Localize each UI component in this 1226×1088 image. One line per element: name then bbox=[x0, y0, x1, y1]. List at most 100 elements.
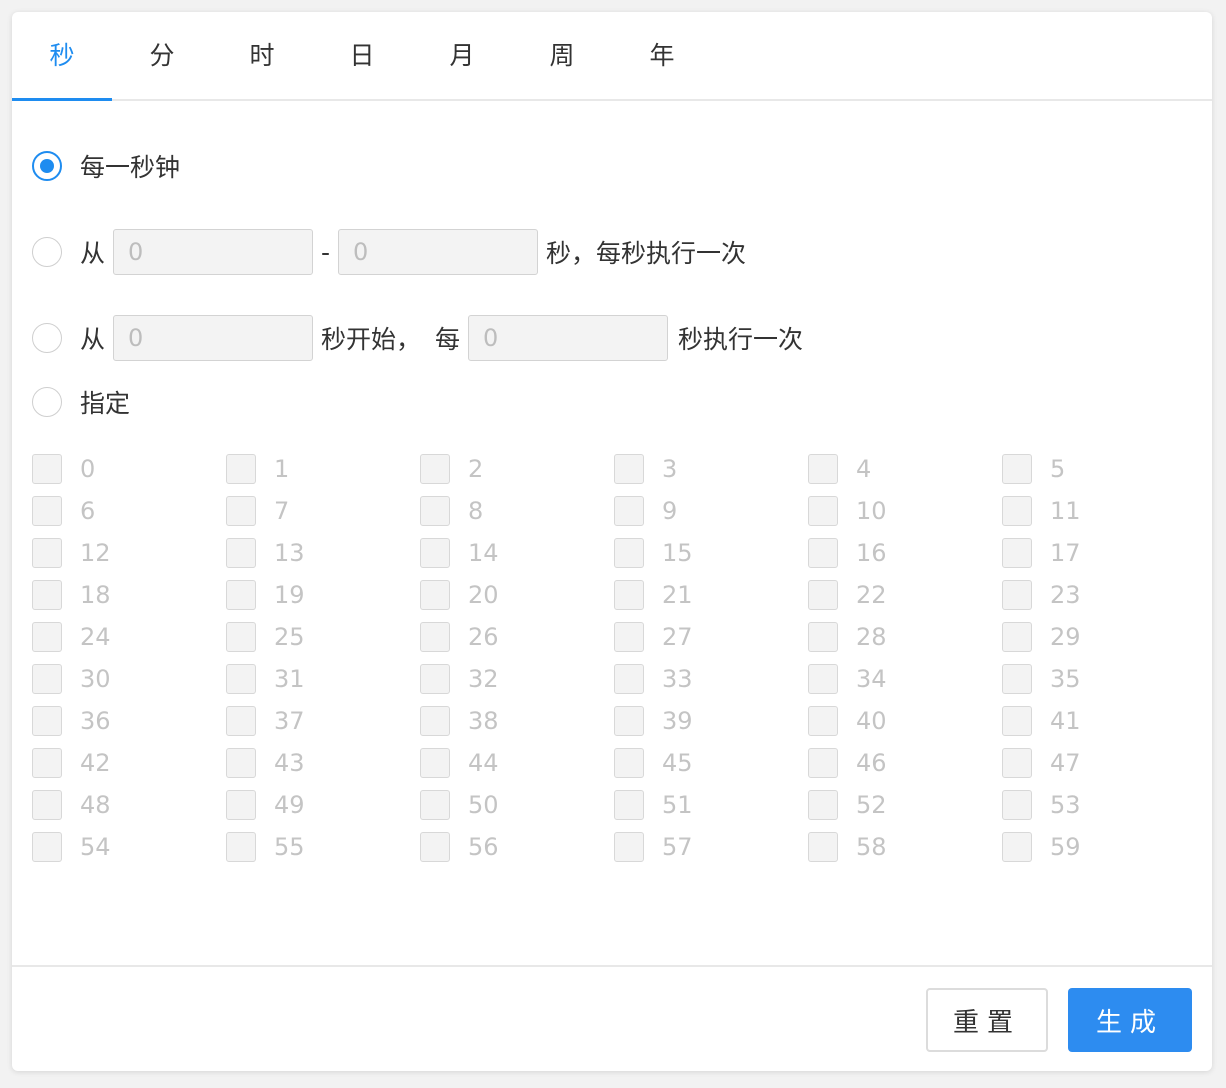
radio-step[interactable] bbox=[32, 323, 62, 353]
second-option-55[interactable]: 55 bbox=[226, 826, 420, 868]
checkbox[interactable] bbox=[32, 538, 62, 568]
second-option-7[interactable]: 7 bbox=[226, 490, 420, 532]
checkbox[interactable] bbox=[32, 706, 62, 736]
range-from-input[interactable] bbox=[113, 229, 314, 275]
tab-week[interactable]: 周 bbox=[512, 12, 612, 99]
second-option-4[interactable]: 4 bbox=[808, 448, 1002, 490]
checkbox[interactable] bbox=[1002, 706, 1032, 736]
checkbox[interactable] bbox=[1002, 832, 1032, 862]
second-option-26[interactable]: 26 bbox=[420, 616, 614, 658]
second-option-20[interactable]: 20 bbox=[420, 574, 614, 616]
second-option-9[interactable]: 9 bbox=[614, 490, 808, 532]
checkbox[interactable] bbox=[808, 664, 838, 694]
second-option-38[interactable]: 38 bbox=[420, 700, 614, 742]
checkbox[interactable] bbox=[420, 664, 450, 694]
checkbox[interactable] bbox=[614, 580, 644, 610]
second-option-44[interactable]: 44 bbox=[420, 742, 614, 784]
checkbox[interactable] bbox=[808, 580, 838, 610]
second-option-5[interactable]: 5 bbox=[1002, 448, 1196, 490]
checkbox[interactable] bbox=[808, 832, 838, 862]
second-option-29[interactable]: 29 bbox=[1002, 616, 1196, 658]
checkbox[interactable] bbox=[32, 832, 62, 862]
second-option-6[interactable]: 6 bbox=[32, 490, 226, 532]
checkbox[interactable] bbox=[420, 496, 450, 526]
option-every-second[interactable]: 每一秒钟 bbox=[32, 142, 180, 190]
radio-specific[interactable] bbox=[32, 387, 62, 417]
second-option-57[interactable]: 57 bbox=[614, 826, 808, 868]
second-option-43[interactable]: 43 bbox=[226, 742, 420, 784]
second-option-19[interactable]: 19 bbox=[226, 574, 420, 616]
second-option-59[interactable]: 59 bbox=[1002, 826, 1196, 868]
second-option-49[interactable]: 49 bbox=[226, 784, 420, 826]
radio-range[interactable] bbox=[32, 237, 62, 267]
second-option-23[interactable]: 23 bbox=[1002, 574, 1196, 616]
tab-day[interactable]: 日 bbox=[312, 12, 412, 99]
second-option-8[interactable]: 8 bbox=[420, 490, 614, 532]
second-option-32[interactable]: 32 bbox=[420, 658, 614, 700]
checkbox[interactable] bbox=[32, 454, 62, 484]
second-option-14[interactable]: 14 bbox=[420, 532, 614, 574]
range-to-input[interactable] bbox=[338, 229, 539, 275]
second-option-36[interactable]: 36 bbox=[32, 700, 226, 742]
checkbox[interactable] bbox=[226, 748, 256, 778]
checkbox[interactable] bbox=[614, 706, 644, 736]
checkbox[interactable] bbox=[808, 748, 838, 778]
checkbox[interactable] bbox=[614, 622, 644, 652]
second-option-1[interactable]: 1 bbox=[226, 448, 420, 490]
second-option-10[interactable]: 10 bbox=[808, 490, 1002, 532]
checkbox[interactable] bbox=[32, 496, 62, 526]
second-option-28[interactable]: 28 bbox=[808, 616, 1002, 658]
second-option-37[interactable]: 37 bbox=[226, 700, 420, 742]
checkbox[interactable] bbox=[614, 790, 644, 820]
tab-minute[interactable]: 分 bbox=[112, 12, 212, 99]
tab-hour[interactable]: 时 bbox=[212, 12, 312, 99]
checkbox[interactable] bbox=[1002, 664, 1032, 694]
checkbox[interactable] bbox=[1002, 748, 1032, 778]
second-option-3[interactable]: 3 bbox=[614, 448, 808, 490]
second-option-17[interactable]: 17 bbox=[1002, 532, 1196, 574]
second-option-24[interactable]: 24 bbox=[32, 616, 226, 658]
checkbox[interactable] bbox=[1002, 454, 1032, 484]
second-option-45[interactable]: 45 bbox=[614, 742, 808, 784]
second-option-33[interactable]: 33 bbox=[614, 658, 808, 700]
second-option-39[interactable]: 39 bbox=[614, 700, 808, 742]
checkbox[interactable] bbox=[226, 538, 256, 568]
checkbox[interactable] bbox=[808, 790, 838, 820]
checkbox[interactable] bbox=[420, 832, 450, 862]
checkbox[interactable] bbox=[808, 622, 838, 652]
checkbox[interactable] bbox=[32, 580, 62, 610]
second-option-15[interactable]: 15 bbox=[614, 532, 808, 574]
checkbox[interactable] bbox=[808, 496, 838, 526]
radio-every-second[interactable] bbox=[32, 151, 62, 181]
second-option-48[interactable]: 48 bbox=[32, 784, 226, 826]
checkbox[interactable] bbox=[1002, 496, 1032, 526]
second-option-11[interactable]: 11 bbox=[1002, 490, 1196, 532]
second-option-12[interactable]: 12 bbox=[32, 532, 226, 574]
second-option-46[interactable]: 46 bbox=[808, 742, 1002, 784]
reset-button[interactable]: 重置 bbox=[926, 988, 1048, 1052]
checkbox[interactable] bbox=[614, 748, 644, 778]
second-option-30[interactable]: 30 bbox=[32, 658, 226, 700]
second-option-40[interactable]: 40 bbox=[808, 700, 1002, 742]
checkbox[interactable] bbox=[1002, 580, 1032, 610]
second-option-50[interactable]: 50 bbox=[420, 784, 614, 826]
checkbox[interactable] bbox=[1002, 622, 1032, 652]
checkbox[interactable] bbox=[420, 706, 450, 736]
second-option-51[interactable]: 51 bbox=[614, 784, 808, 826]
checkbox[interactable] bbox=[1002, 790, 1032, 820]
checkbox[interactable] bbox=[614, 496, 644, 526]
second-option-56[interactable]: 56 bbox=[420, 826, 614, 868]
second-option-16[interactable]: 16 bbox=[808, 532, 1002, 574]
checkbox[interactable] bbox=[32, 664, 62, 694]
second-option-22[interactable]: 22 bbox=[808, 574, 1002, 616]
checkbox[interactable] bbox=[32, 622, 62, 652]
checkbox[interactable] bbox=[1002, 538, 1032, 568]
tab-year[interactable]: 年 bbox=[612, 12, 712, 99]
checkbox[interactable] bbox=[226, 496, 256, 526]
option-range[interactable]: 从 - 秒，每秒执行一次 bbox=[32, 228, 746, 276]
checkbox[interactable] bbox=[808, 538, 838, 568]
checkbox[interactable] bbox=[226, 454, 256, 484]
checkbox[interactable] bbox=[614, 538, 644, 568]
second-option-58[interactable]: 58 bbox=[808, 826, 1002, 868]
second-option-53[interactable]: 53 bbox=[1002, 784, 1196, 826]
